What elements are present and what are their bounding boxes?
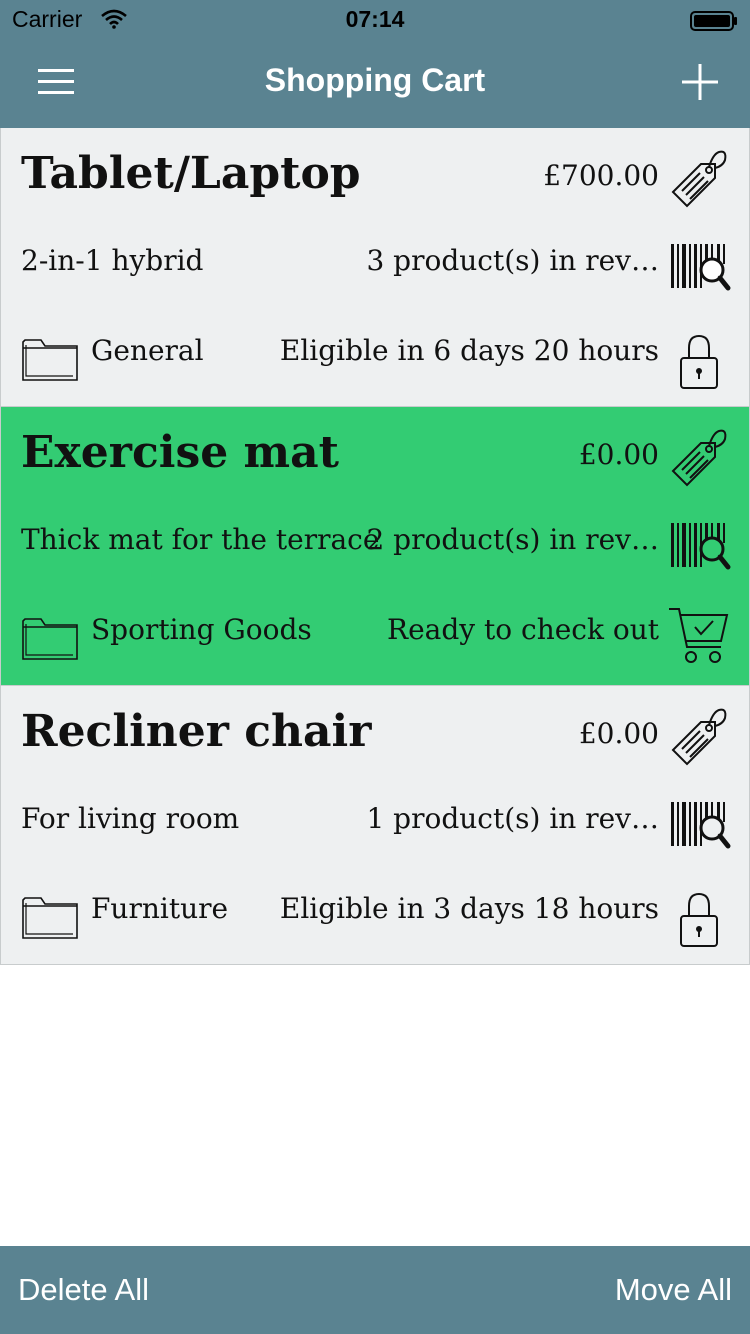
cart-details-row: Thick mat for the terrace 2 product(s) i… [1,501,749,591]
cart-header-row: Tablet/Laptop £700.00 [1,128,749,218]
cart-name: Tablet/Laptop [21,148,361,199]
cart-price: £0.00 [578,438,659,471]
barcode-search-icon[interactable] [667,792,731,856]
cart-header-row: Exercise mat £0.00 [1,407,749,497]
cart-price: £0.00 [578,717,659,750]
nav-bar: Shopping Cart [0,40,750,128]
price-tag-icon [671,429,727,487]
cart-status: Ready to check out [387,613,659,646]
cart-category: General [91,334,204,367]
cart-description: For living room [21,802,240,835]
cart-details-row: For living room 1 product(s) in rev… [1,780,749,870]
barcode-search-icon[interactable] [667,234,731,298]
cart-item[interactable]: Recliner chair £0.00 For living room 1 p… [0,686,750,965]
lock-icon [680,892,718,947]
plus-icon[interactable] [682,64,718,100]
cart-category: Sporting Goods [91,613,312,646]
folder-icon [22,339,78,381]
battery-icon [690,11,737,31]
cart-review-count: 2 product(s) in rev… [366,523,659,556]
price-tag-icon [671,150,727,208]
cart-status-row: Sporting Goods Ready to check out [1,591,749,681]
folder-icon [22,618,78,660]
delete-all-button[interactable]: Delete All [18,1272,149,1308]
page-title: Shopping Cart [264,62,486,98]
cart-name: Recliner chair [21,706,372,757]
cart-header-row: Recliner chair £0.00 [1,686,749,776]
price-tag-icon [671,708,727,766]
cart-status-row: Furniture Eligible in 3 days 18 hours [1,870,749,960]
cart-name: Exercise mat [21,427,339,478]
folder-icon [22,897,78,939]
cart-description: Thick mat for the terrace [21,523,380,556]
cart-check-icon[interactable] [667,603,731,667]
clock: 07:14 [345,6,405,32]
move-all-button[interactable]: Move All [615,1272,732,1308]
cart-status: Eligible in 6 days 20 hours [279,334,659,367]
cart-price: £700.00 [543,159,659,192]
lock-icon [680,334,718,389]
cart-review-count: 3 product(s) in rev… [366,244,659,277]
cart-status-row: General Eligible in 6 days 20 hours [1,312,749,402]
cart-description: 2-in-1 hybrid [21,244,204,277]
cart-category: Furniture [91,892,229,925]
status-bar: Carrier 07:14 [0,0,750,40]
barcode-search-icon[interactable] [667,513,731,577]
cart-details-row: 2-in-1 hybrid 3 product(s) in rev… [1,222,749,312]
bottom-toolbar: Delete All Move All [0,1246,750,1334]
cart-review-count: 1 product(s) in rev… [366,802,659,835]
cart-status: Eligible in 3 days 18 hours [279,892,659,925]
cart-list: Tablet/Laptop £700.00 2-in-1 hybrid 3 pr… [0,128,750,965]
cart-item[interactable]: Tablet/Laptop £700.00 2-in-1 hybrid 3 pr… [0,128,750,407]
cart-item[interactable]: Exercise mat £0.00 Thick mat for the ter… [0,407,750,686]
